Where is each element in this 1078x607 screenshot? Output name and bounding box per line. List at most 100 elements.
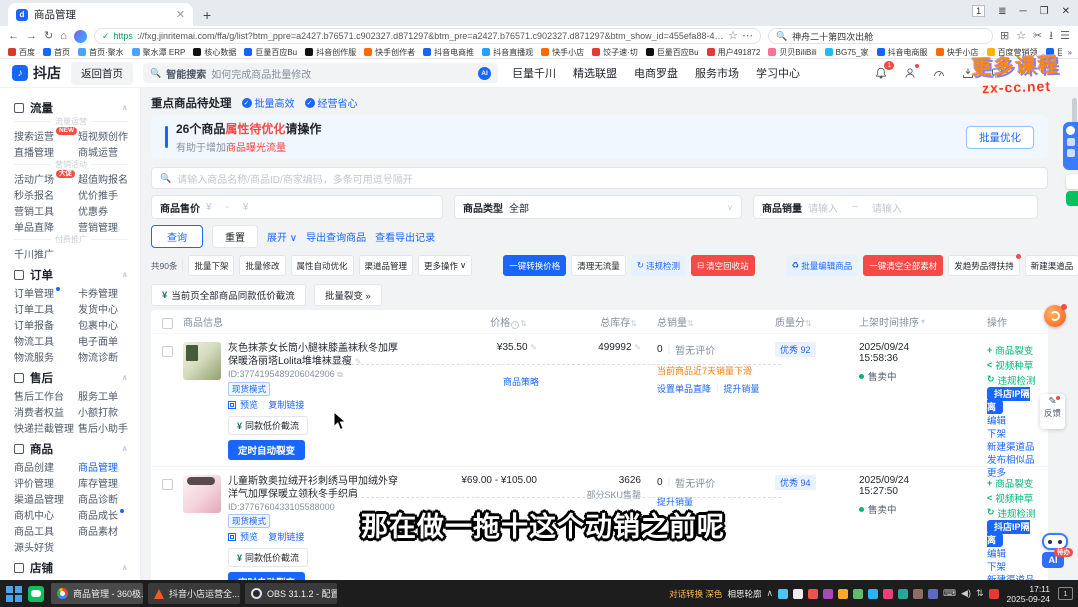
maximize-button[interactable]: ❐: [1040, 6, 1049, 17]
sidebar-item-express-intercept[interactable]: 快递拦截管理: [14, 419, 74, 435]
network-icon[interactable]: ⇅: [976, 588, 984, 599]
taskbar-window-course[interactable]: 抖音小店运营全...: [148, 583, 240, 604]
product-strategy-link[interactable]: 商品策略: [503, 375, 539, 388]
more-dots-icon[interactable]: ⋯: [742, 31, 753, 42]
minimize-button[interactable]: ─: [1020, 6, 1027, 17]
sidebar-item-consumer-rights[interactable]: 消费者权益: [14, 403, 74, 419]
sidebar-item-order-tools[interactable]: 订单工具: [14, 300, 74, 316]
bookmark-item[interactable]: 快手小店: [541, 47, 584, 58]
product-search-input[interactable]: 🔍 请输入商品名称/商品ID/商家编码，多条可用逗号隔开: [151, 167, 1048, 189]
forward-icon[interactable]: →: [26, 31, 37, 42]
sidebar-item-source-goods[interactable]: 源头好货: [14, 538, 74, 554]
more-actions-button[interactable]: 更多操作 ∨: [418, 255, 472, 276]
volume-icon[interactable]: ◀): [961, 588, 971, 599]
row-checkbox[interactable]: [162, 346, 173, 357]
tray-icon[interactable]: [793, 589, 803, 599]
tray-expander-icon[interactable]: ∧: [766, 588, 773, 599]
video-seeding-link[interactable]: <视频种草: [987, 357, 1042, 372]
channel-mgmt-button[interactable]: 渠道品管理: [359, 255, 414, 276]
sidebar-item-price-push[interactable]: 优价推手: [78, 186, 136, 202]
extension-icon[interactable]: [74, 30, 87, 43]
apps-grid-icon[interactable]: ⊞: [1000, 31, 1009, 42]
ai-search-icon[interactable]: AI: [478, 67, 491, 80]
edit-icon[interactable]: ✎: [634, 343, 641, 352]
expand-toggle[interactable]: 展开 ∨: [267, 229, 297, 244]
edit-link[interactable]: 编辑: [987, 413, 1042, 426]
convert-price-button[interactable]: 一键转换价格: [503, 255, 566, 276]
tray-icon[interactable]: [898, 589, 908, 599]
taskbar-window-obs[interactable]: OBS 31.1.2 - 配置...: [245, 583, 337, 604]
sidebar-item-mall-ops[interactable]: 商城运营: [78, 143, 136, 159]
sidebar-section-traffic[interactable]: 流量∧: [14, 100, 140, 115]
sidebar-item-card-mgmt[interactable]: 卡券管理: [78, 284, 136, 300]
taskbar-window-browser[interactable]: 商品管理 - 360极...: [51, 583, 143, 604]
sidebar-item-product-tools[interactable]: 商品工具: [14, 522, 74, 538]
sidebar-section-shop[interactable]: 店铺∧: [14, 560, 140, 575]
trend-support-button[interactable]: 发趋势品得扶持: [948, 255, 1020, 276]
sidebar-item-coupon[interactable]: 优惠券: [78, 202, 136, 218]
export-products-link[interactable]: 导出查询商品: [306, 229, 366, 244]
bookmark-item[interactable]: 抖音电商推: [423, 47, 474, 58]
violation-check-button[interactable]: ↻违规检测: [631, 255, 686, 276]
sidebar-item-product-create[interactable]: 商品创建: [14, 458, 74, 474]
tray-icon[interactable]: [808, 589, 818, 599]
bookmarks-overflow-icon[interactable]: »: [1062, 46, 1078, 59]
product-fission-link[interactable]: +商品裂变: [987, 475, 1042, 490]
set-discount-link[interactable]: 设置单品直降: [657, 382, 711, 395]
clear-all-assets-button[interactable]: 一键清空全部素材: [863, 255, 943, 276]
delist-link[interactable]: 下架: [987, 559, 1042, 572]
preview-link[interactable]: 预览: [240, 398, 258, 411]
new-tab-button[interactable]: +: [203, 8, 211, 22]
sidebar-item-logistics-tools[interactable]: 物流工具: [14, 332, 74, 348]
tray-icon[interactable]: [913, 589, 923, 599]
violation-check-link[interactable]: ↻违规检测: [987, 505, 1042, 520]
sidebar-item-logistics-diagnose[interactable]: 物流诊断: [78, 348, 136, 364]
float-service-icon[interactable]: [1044, 305, 1066, 327]
query-button[interactable]: 查询: [151, 225, 203, 248]
nav-fuwu[interactable]: 服务市场: [695, 65, 739, 81]
batch-delist-button[interactable]: 批量下架: [188, 255, 234, 276]
copy-link[interactable]: 复制链接: [268, 398, 304, 411]
back-home-button[interactable]: 返回首页: [71, 62, 133, 85]
nav-xuexi[interactable]: 学习中心: [756, 65, 800, 81]
sidebar-item-value-buy[interactable]: 超值购报名: [78, 170, 136, 186]
auto-fission-button[interactable]: 定时自动裂变: [228, 572, 305, 580]
bookmark-item[interactable]: 聚水潭 ERP: [132, 47, 186, 58]
sidebar-section-products[interactable]: 商品∧: [14, 441, 140, 456]
tab-list-icon[interactable]: ≣: [998, 6, 1006, 17]
start-button[interactable]: [5, 585, 23, 603]
product-fission-link[interactable]: +商品裂变: [987, 342, 1042, 357]
page-lowprice-capture-button[interactable]: ¥当前页全部商品同款低价截流: [151, 284, 306, 306]
new-channel-product-button[interactable]: 新建渠道品: [1025, 255, 1078, 276]
sidebar-item-product-growth[interactable]: 商品成长: [78, 506, 136, 522]
empty-recycle-button[interactable]: ⊟清空回收站: [691, 255, 755, 276]
select-all-checkbox[interactable]: [162, 318, 173, 329]
batch-edit-price-button[interactable]: 批量修改: [239, 255, 285, 276]
feedback-button[interactable]: ✎反馈: [1040, 394, 1065, 429]
sidebar-item-small-refund[interactable]: 小额打款: [78, 403, 136, 419]
sidebar-item-service-ticket[interactable]: 服务工单: [78, 387, 136, 403]
doudian-logo[interactable]: ♪ 抖店: [12, 63, 61, 83]
sidebar-item-stock-mgmt[interactable]: 库存管理: [78, 474, 136, 490]
browser-tab[interactable]: d 商品管理 ✕: [8, 3, 193, 26]
time-sort-dropdown[interactable]: 上架时间排序▾: [859, 314, 969, 329]
smart-search-input[interactable]: 🔍 智能搜索 如何完成商品批量修改 AI: [143, 63, 498, 83]
bookmark-item[interactable]: 抖音创作服: [305, 47, 356, 58]
sidebar-item-video-create[interactable]: 短视频创作: [78, 127, 136, 143]
sidebar-item-activity-square[interactable]: 活动广场大促: [14, 170, 74, 186]
menu-icon[interactable]: ☰: [1060, 31, 1070, 42]
favorites-icon[interactable]: ☆: [1016, 31, 1026, 42]
batch-optimize-button[interactable]: 批量优化: [966, 126, 1034, 149]
new-channel-link[interactable]: 新建渠道品: [987, 572, 1042, 580]
new-channel-link[interactable]: 新建渠道品: [987, 439, 1042, 452]
same-lowprice-button[interactable]: ¥同款低价截流: [228, 548, 308, 567]
price-range-filter[interactable]: 商品售价¥-¥: [151, 195, 443, 219]
same-lowprice-button[interactable]: ¥同款低价截流: [228, 416, 308, 435]
bookmark-item[interactable]: 贝贝BiliBili: [768, 47, 816, 58]
sidebar-item-product-mgmt[interactable]: 商品管理: [78, 458, 136, 474]
sidebar-item-biz-center[interactable]: 商机中心: [14, 506, 74, 522]
bookmark-star-icon[interactable]: ☆: [728, 31, 738, 42]
sidebar-item-e-waybill[interactable]: 电子面单: [78, 332, 136, 348]
sidebar-item-live-mgmt[interactable]: 直播管理: [14, 143, 74, 159]
bookmark-item[interactable]: 首页·聚水: [78, 47, 124, 58]
